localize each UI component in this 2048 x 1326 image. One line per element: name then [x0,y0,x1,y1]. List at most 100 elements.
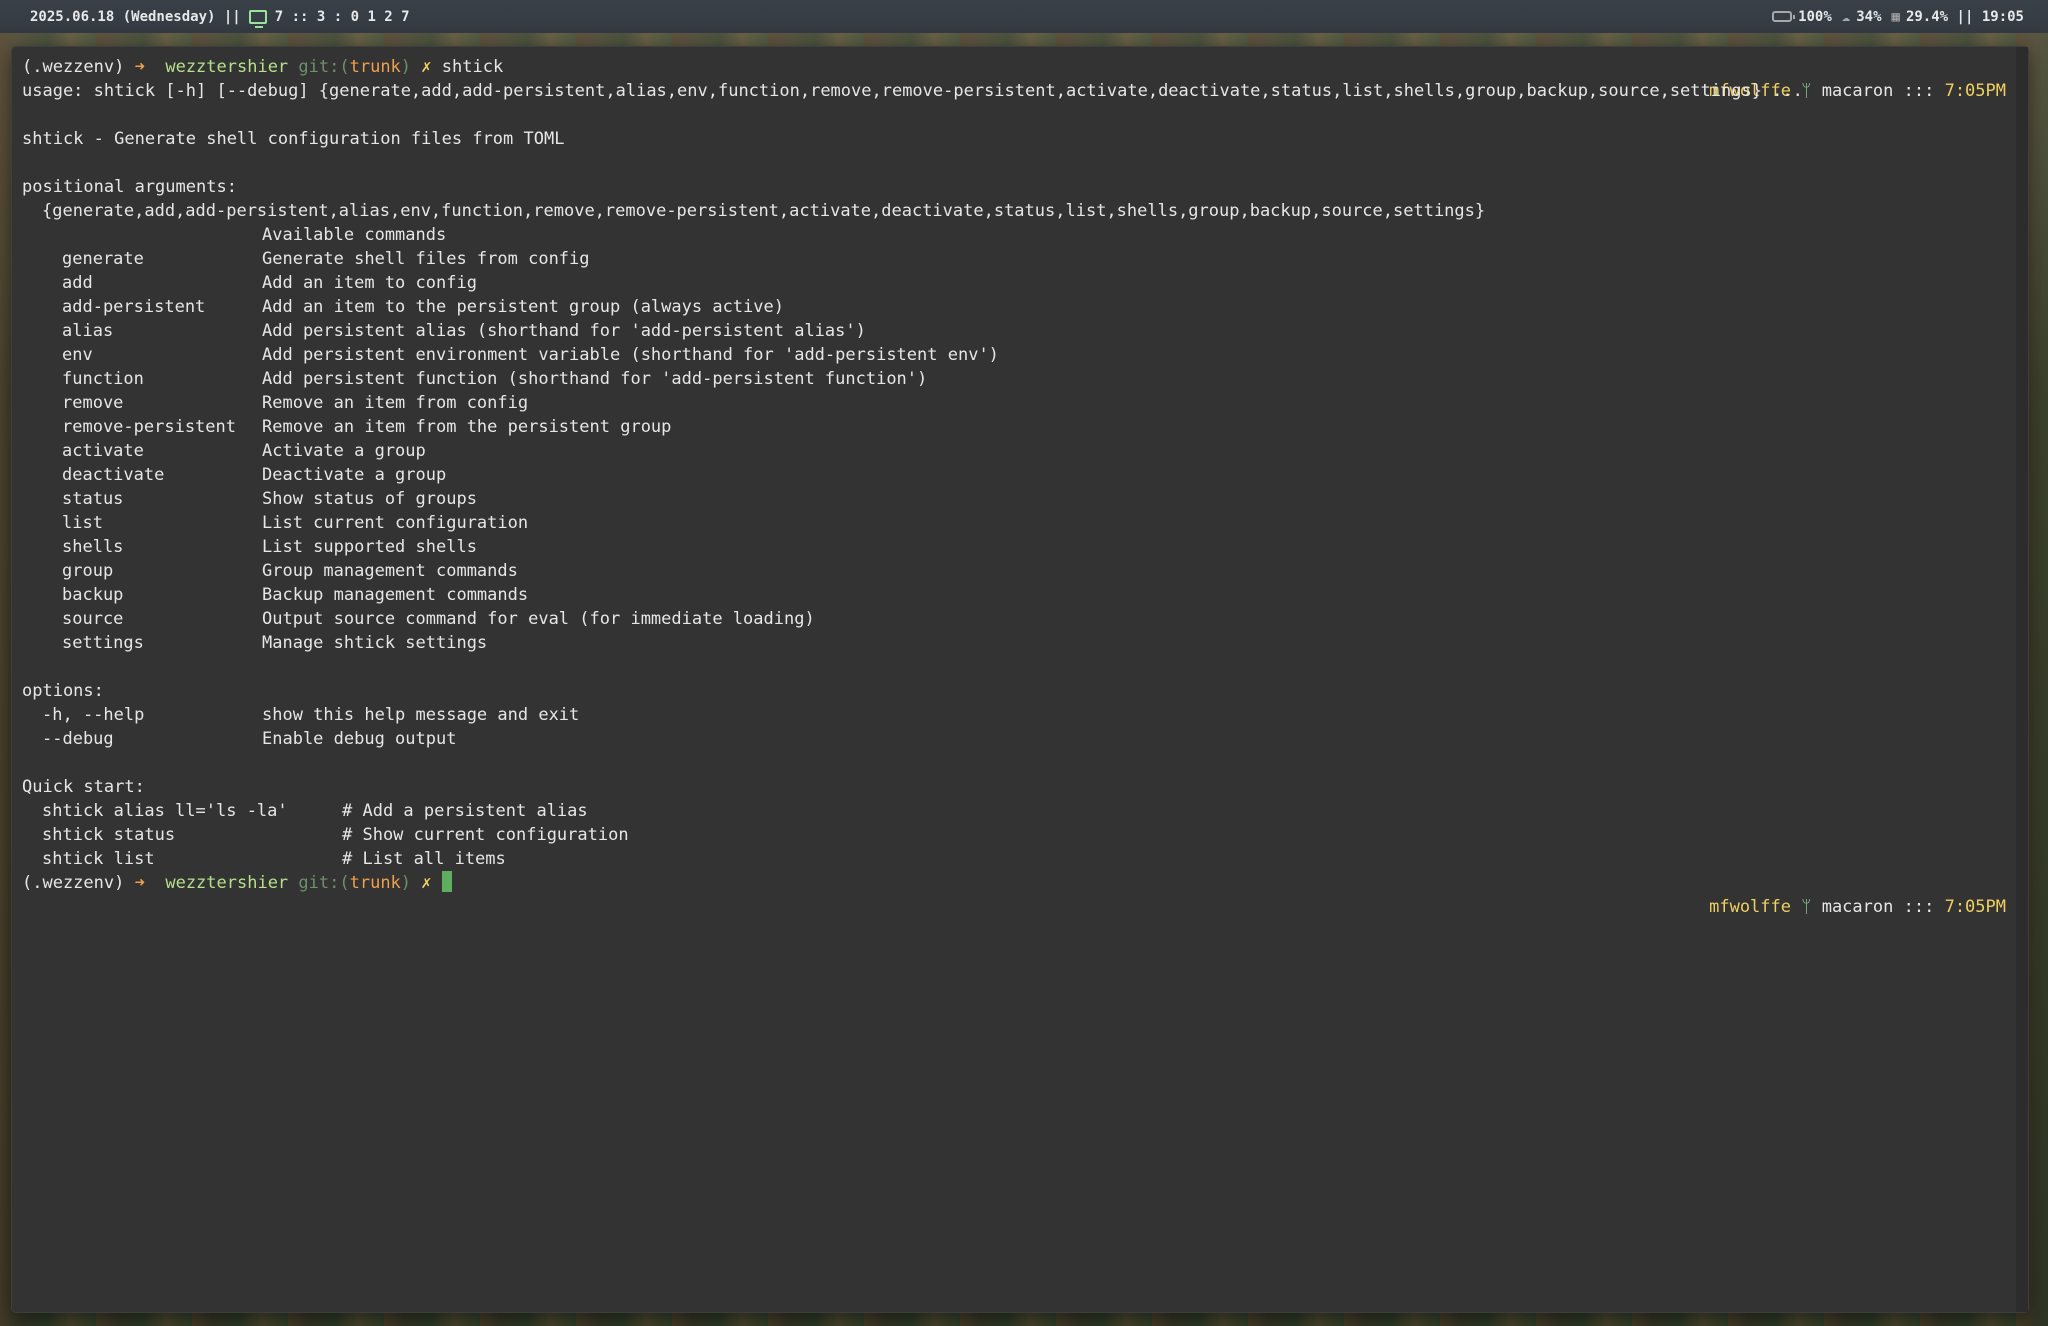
command-row: activate Activate a group [22,439,1803,463]
command-desc: Manage shtick settings [262,633,488,653]
prompt-git-label: git:( [298,57,350,77]
command-name: generate [62,249,144,269]
status-bar-right: 100% ☁ 34% ▦ 29.4% || 19:05 [1772,0,2024,33]
cpu-icon: ▦ [1891,8,1900,25]
command-row: add-persistent Add an item to the persist… [22,295,1803,319]
command-row: shells List supported shells [22,535,1803,559]
command-name: alias [62,321,114,341]
command-desc: Remove an item from the persistent group [262,417,672,437]
command-desc: Deactivate a group [262,465,447,485]
status-separator: || [223,8,241,25]
command-desc: Generate shell files from config [262,249,590,269]
terminal-cursor[interactable] [441,871,452,892]
description-line: shtick - Generate shell configuration fi… [22,129,565,149]
command-name: settings [62,633,144,653]
command-row: add Add an item to config [22,271,1803,295]
option-desc: Enable debug output [262,729,457,749]
command-name: status [62,489,124,509]
command-desc: Add an item to the persistent group (alw… [262,297,784,317]
prompt-branch: trunk [349,873,401,893]
rprompt-separator: ::: [1903,897,1935,917]
command-desc: Activate a group [262,441,426,461]
prompt-git-label: git:( [298,873,350,893]
quickstart-row: shtick alias ll='ls -la' # Add a persiste… [22,799,1803,823]
rprompt-time: 7:05PM [1944,81,2006,101]
command-name: function [62,369,144,389]
command-name: add-persistent [62,297,206,317]
command-desc: Add persistent alias (shorthand for 'add… [262,321,866,341]
option-name: -h, --help [42,705,145,725]
current-prompt-line[interactable]: (.wezzenv) ➜ wezztershier git:(trunk) ✗ [22,871,1803,895]
prompt-git-close: ) [400,57,412,77]
terminal-window[interactable]: mfwolffe ᛘ macaron ::: 7:05PM mfwolffe ᛘ… [12,47,2028,1312]
command-row: backup Backup management commands [22,583,1803,607]
command-name: list [62,513,103,533]
command-row: function Add persistent function (shortha… [22,367,1803,391]
command-row: source Output source command for eval (fo… [22,607,1803,631]
command-name: deactivate [62,465,165,485]
quickstart-row: shtick status # Show current configuratio… [22,823,1803,847]
terminal-output: (.wezzenv) ➜ wezztershier git:(trunk) ✗ … [22,55,1803,895]
rprompt-time: 7:05PM [1944,897,2006,917]
command-row: deactivate Deactivate a group [22,463,1803,487]
humidity-icon: ☁ [1841,8,1851,25]
quickstart-header: Quick start: [22,777,145,797]
quickstart-comment: # Add a persistent alias [342,801,588,821]
command-row: alias Add persistent alias (shorthand for… [22,319,1803,343]
status-bar: 2025.06.18 (Wednesday) || 7 :: 3 : 0 1 2… [0,0,2048,33]
command-desc: Add persistent environment variable (sho… [262,345,999,365]
status-date: 2025.06.18 (Wednesday) [30,8,216,25]
prompt-dirty-icon: ✗ [421,873,432,893]
choices-line: {generate,add,add-persistent,alias,env,f… [42,201,1486,221]
command-desc: Output source command for eval (for imme… [262,609,815,629]
prompt-dir: wezztershier [165,57,289,77]
available-commands-line: Available commands [262,225,447,245]
command-name: remove [62,393,124,413]
prompt-arrow-icon: ➜ [134,873,145,893]
quickstart-row: shtick list # List all items [22,847,1803,871]
command-name: backup [62,585,124,605]
command-name: shells [62,537,124,557]
command-desc: List supported shells [262,537,477,557]
command-desc: Remove an item from config [262,393,529,413]
option-row: --debug Enable debug output [22,727,1803,751]
option-row: -h, --help show this help message and exi… [22,703,1803,727]
option-desc: show this help message and exit [262,705,580,725]
prompt-dirty-icon: ✗ [421,57,432,77]
quickstart-command: shtick alias ll='ls -la' [42,801,288,821]
workspace-indicator[interactable]: 7 :: 3 : 0 1 2 7 [275,9,410,25]
terminal-scrollbar[interactable] [2016,47,2028,1312]
command-desc: Add an item to config [262,273,477,293]
prompt-arrow-icon: ➜ [134,57,145,77]
command-row: remove-persistent Remove an item from the… [22,415,1803,439]
prompt-venv: (.wezzenv) [22,57,125,77]
git-fork-icon: ᛘ [1801,897,1812,917]
rprompt-host: macaron [1821,81,1894,101]
prompt-branch: trunk [349,57,401,77]
prompt-command: shtick [441,57,504,77]
positional-header: positional arguments: [22,177,237,197]
command-row: env Add persistent environment variable (… [22,343,1803,367]
command-name: env [62,345,93,365]
prompt-dir: wezztershier [165,873,289,893]
quickstart-command: shtick list [42,849,155,869]
command-desc: List current configuration [262,513,529,533]
command-name: source [62,609,124,629]
option-name: --debug [42,729,114,749]
command-desc: Add persistent function (shorthand for '… [262,369,928,389]
command-row: settings Manage shtick settings [22,631,1803,655]
command-row: list List current configuration [22,511,1803,535]
command-row: group Group management commands [22,559,1803,583]
humidity-level: 34% [1856,8,1882,25]
rprompt-separator: ::: [1903,81,1935,101]
status-bar-left: 2025.06.18 (Wednesday) || 7 :: 3 : 0 1 2… [30,0,410,33]
cpu-usage: 29.4% [1905,8,1949,25]
command-row: generate Generate shell files from config [22,247,1803,271]
command-desc: Backup management commands [262,585,529,605]
status-clock: 19:05 [1981,8,2024,25]
quickstart-comment: # List all items [342,849,506,869]
rprompt-host: macaron [1821,897,1894,917]
command-name: add [62,273,93,293]
usage-line: usage: shtick [-h] [--debug] {generate,a… [22,81,1803,101]
command-row: status Show status of groups [22,487,1803,511]
